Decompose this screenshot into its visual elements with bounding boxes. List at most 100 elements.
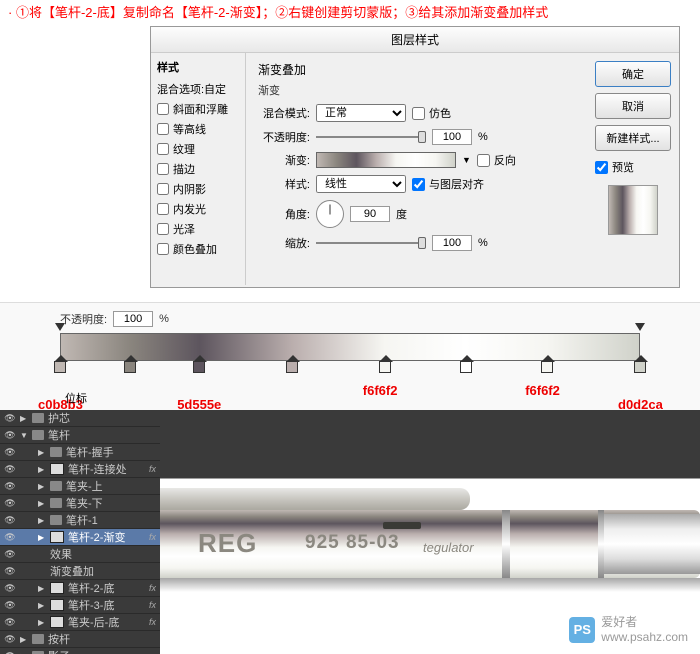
disclosure-icon[interactable]: ▶	[38, 516, 46, 525]
style-item[interactable]: 颜色叠加	[157, 239, 239, 259]
layer-row[interactable]: 👁▼笔杆	[0, 427, 160, 444]
layer-row[interactable]: 👁▶笔杆-2-渐变fx	[0, 529, 160, 546]
style-item[interactable]: 光泽	[157, 219, 239, 239]
style-checkbox[interactable]	[157, 203, 169, 215]
disclosure-icon[interactable]: ▶	[38, 448, 46, 457]
preview-swatch	[608, 185, 658, 235]
gradient-chevron-icon[interactable]: ▼	[462, 155, 471, 165]
disclosure-icon[interactable]: ▶	[38, 533, 46, 542]
color-stop[interactable]	[124, 361, 136, 375]
visibility-icon[interactable]: 👁	[4, 429, 16, 441]
angle-input[interactable]	[350, 206, 390, 222]
scale-input[interactable]	[432, 235, 472, 251]
visibility-icon[interactable]: 👁	[4, 514, 16, 526]
ok-button[interactable]: 确定	[595, 61, 671, 87]
color-stop[interactable]	[460, 361, 472, 375]
opacity-slider[interactable]	[316, 130, 426, 144]
layer-row[interactable]: 👁▶笔杆-连接处fx	[0, 461, 160, 478]
cancel-button[interactable]: 取消	[595, 93, 671, 119]
visibility-icon[interactable]: 👁	[4, 599, 16, 611]
gradient-preview[interactable]	[316, 152, 456, 168]
opacity-stop-right[interactable]	[635, 323, 645, 333]
pen-clip	[160, 488, 470, 510]
disclosure-icon[interactable]: ▶	[38, 584, 46, 593]
visibility-icon[interactable]: 👁	[4, 412, 16, 424]
disclosure-icon[interactable]: ▶	[38, 465, 46, 474]
scale-slider[interactable]	[316, 236, 426, 250]
color-stop[interactable]	[379, 361, 391, 375]
ge-opacity-label: 不透明度:	[60, 311, 107, 327]
visibility-icon[interactable]: 👁	[4, 616, 16, 628]
layer-row[interactable]: 👁 效果	[0, 546, 160, 563]
disclosure-icon[interactable]: ▼	[20, 431, 28, 440]
visibility-icon[interactable]: 👁	[4, 565, 16, 577]
opacity-stop-left[interactable]	[55, 323, 65, 333]
reverse-checkbox[interactable]	[477, 154, 490, 167]
layer-row[interactable]: 👁▶笔杆-握手	[0, 444, 160, 461]
layer-row[interactable]: 👁▶笔夹-上	[0, 478, 160, 495]
visibility-icon[interactable]: 👁	[4, 633, 16, 645]
visibility-icon[interactable]: 👁	[4, 531, 16, 543]
fx-badge: fx	[149, 532, 156, 542]
layer-name: 护芯	[48, 410, 70, 426]
blend-mode-select[interactable]: 正常	[316, 104, 406, 122]
layer-row[interactable]: 👁▶笔杆-1	[0, 512, 160, 529]
disclosure-icon[interactable]: ▶	[38, 601, 46, 610]
disclosure-icon[interactable]: ▶	[38, 618, 46, 627]
style-checkbox[interactable]	[157, 223, 169, 235]
style-checkbox[interactable]	[157, 143, 169, 155]
gradient-bar-wrap	[60, 333, 640, 361]
style-item[interactable]: 内阴影	[157, 179, 239, 199]
disclosure-icon[interactable]: ▶	[38, 482, 46, 491]
visibility-icon[interactable]: 👁	[4, 548, 16, 560]
layer-style-dialog: 图层样式 样式 混合选项:自定 斜面和浮雕等高线纹理描边内阴影内发光光泽颜色叠加…	[150, 26, 680, 288]
style-checkbox[interactable]	[157, 183, 169, 195]
visibility-icon[interactable]: 👁	[4, 650, 16, 654]
layer-row[interactable]: 👁▶影子	[0, 648, 160, 654]
layer-thumb-icon	[50, 582, 64, 594]
style-item[interactable]: 等高线	[157, 119, 239, 139]
ge-opacity-input[interactable]	[113, 311, 153, 327]
opacity-input[interactable]	[432, 129, 472, 145]
angle-dial[interactable]	[316, 200, 344, 228]
dither-checkbox[interactable]	[412, 107, 425, 120]
color-stop[interactable]	[54, 361, 66, 375]
color-stop[interactable]	[634, 361, 646, 375]
disclosure-icon[interactable]: ▶	[20, 414, 28, 423]
bottom-section: 👁▶护芯👁▼笔杆👁▶笔杆-握手👁▶笔杆-连接处fx👁▶笔夹-上👁▶笔夹-下👁▶笔…	[0, 410, 700, 654]
visibility-icon[interactable]: 👁	[4, 582, 16, 594]
style-checkbox[interactable]	[157, 163, 169, 175]
blend-options-row[interactable]: 混合选项:自定	[157, 79, 239, 99]
visibility-icon[interactable]: 👁	[4, 446, 16, 458]
layer-row[interactable]: 👁▶笔杆-3-底fx	[0, 597, 160, 614]
preview-checkbox[interactable]	[595, 161, 608, 174]
layers-panel: 👁▶护芯👁▼笔杆👁▶笔杆-握手👁▶笔杆-连接处fx👁▶笔夹-上👁▶笔夹-下👁▶笔…	[0, 410, 160, 654]
layer-row[interactable]: 👁渐变叠加	[0, 563, 160, 580]
layer-row[interactable]: 👁▶笔杆-2-底fx	[0, 580, 160, 597]
layer-row[interactable]: 👁▶笔夹-后-底fx	[0, 614, 160, 631]
style-item[interactable]: 纹理	[157, 139, 239, 159]
align-checkbox[interactable]	[412, 178, 425, 191]
disclosure-icon[interactable]: ▶	[38, 499, 46, 508]
color-stop[interactable]	[286, 361, 298, 375]
layer-name: 效果	[50, 546, 72, 562]
style-checkbox[interactable]	[157, 103, 169, 115]
reverse-label: 反向	[494, 152, 516, 168]
disclosure-icon[interactable]: ▶	[20, 635, 28, 644]
color-stop[interactable]	[193, 361, 205, 375]
style-item[interactable]: 内发光	[157, 199, 239, 219]
style-item[interactable]: 描边	[157, 159, 239, 179]
gradient-label: 渐变:	[258, 152, 310, 168]
style-item[interactable]: 斜面和浮雕	[157, 99, 239, 119]
color-stop[interactable]	[541, 361, 553, 375]
style-select[interactable]: 线性	[316, 175, 406, 193]
style-checkbox[interactable]	[157, 243, 169, 255]
visibility-icon[interactable]: 👁	[4, 463, 16, 475]
style-checkbox[interactable]	[157, 123, 169, 135]
visibility-icon[interactable]: 👁	[4, 480, 16, 492]
visibility-icon[interactable]: 👁	[4, 497, 16, 509]
layer-row[interactable]: 👁▶按杆	[0, 631, 160, 648]
new-style-button[interactable]: 新建样式...	[595, 125, 671, 151]
layer-row[interactable]: 👁▶笔夹-下	[0, 495, 160, 512]
layer-row[interactable]: 👁 ▶ 护芯	[0, 410, 160, 427]
